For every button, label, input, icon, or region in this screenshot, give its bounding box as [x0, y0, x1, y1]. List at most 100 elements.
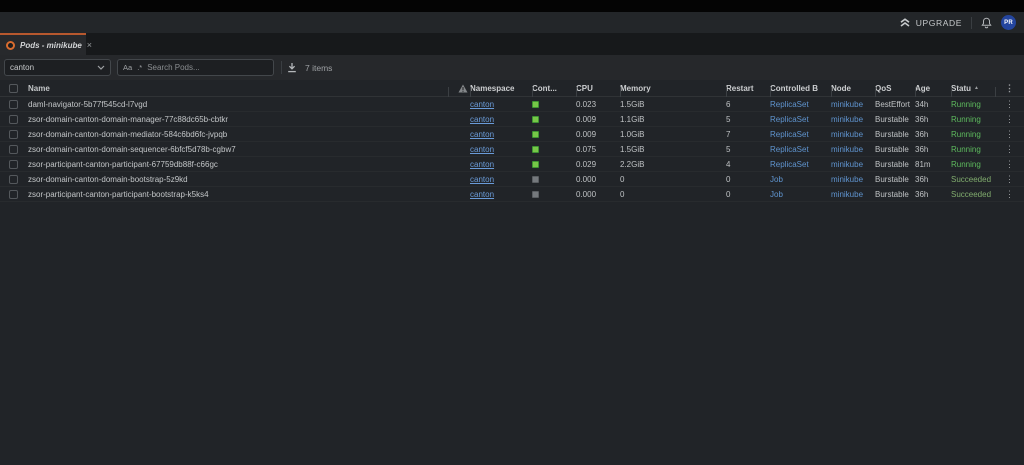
header-age[interactable]: Age — [915, 84, 951, 97]
table-row[interactable]: zsor-domain-canton-domain-sequencer-6bfc… — [0, 142, 1024, 157]
pod-restarts: 5 — [726, 114, 731, 124]
table-row[interactable]: zsor-domain-canton-domain-bootstrap-5z9k… — [0, 172, 1024, 187]
pod-namespace-cell: canton — [470, 160, 532, 169]
row-checkbox[interactable] — [9, 99, 18, 109]
controlled-by-link[interactable]: ReplicaSet — [770, 160, 809, 169]
pod-restarts: 5 — [726, 144, 731, 154]
row-menu-cell: ⋮ — [995, 99, 1024, 109]
namespace-link[interactable]: canton — [470, 130, 494, 139]
row-checkbox[interactable] — [9, 189, 18, 199]
pod-namespace-cell: canton — [470, 115, 532, 124]
row-menu-icon[interactable]: ⋮ — [1005, 174, 1014, 184]
namespace-link[interactable]: canton — [470, 160, 494, 169]
pod-status: Running — [951, 99, 981, 109]
row-menu-icon[interactable]: ⋮ — [1005, 129, 1014, 139]
row-checkbox-cell — [0, 114, 28, 124]
row-checkbox-cell — [0, 189, 28, 199]
node-link[interactable]: minikube — [831, 100, 863, 109]
pod-qos: Burstable — [875, 159, 909, 169]
pod-containers-cell — [532, 115, 576, 123]
node-link[interactable]: minikube — [831, 130, 863, 139]
row-checkbox-cell — [0, 144, 28, 154]
namespace-link[interactable]: canton — [470, 175, 494, 184]
header-restarts[interactable]: Restart — [726, 84, 770, 97]
filter-bar: canton Aa .* 7 items — [0, 55, 1024, 80]
node-link[interactable]: minikube — [831, 190, 863, 199]
controlled-by-link[interactable]: Job — [770, 190, 783, 199]
table-row[interactable]: zsor-domain-canton-domain-mediator-584c6… — [0, 127, 1024, 142]
node-link[interactable]: minikube — [831, 115, 863, 124]
pod-qos: Burstable — [875, 189, 909, 199]
pod-restarts: 7 — [726, 129, 731, 139]
notifications-button[interactable] — [981, 17, 992, 29]
header-containers[interactable]: Cont... — [532, 84, 576, 97]
upgrade-chevrons-icon — [900, 18, 910, 27]
row-menu-icon[interactable]: ⋮ — [1005, 99, 1014, 109]
pod-age: 36h — [915, 189, 929, 199]
pod-controlled-by-cell: Job — [770, 190, 831, 199]
download-button[interactable] — [287, 62, 297, 73]
header-cpu[interactable]: CPU — [576, 84, 620, 97]
table-row[interactable]: zsor-participant-canton-participant-boot… — [0, 187, 1024, 202]
tab-close-icon[interactable]: × — [87, 40, 92, 50]
header-name[interactable]: Name — [28, 84, 452, 93]
pod-age: 36h — [915, 144, 929, 154]
controlled-by-link[interactable]: ReplicaSet — [770, 115, 809, 124]
row-checkbox[interactable] — [9, 144, 18, 154]
search-input[interactable] — [147, 63, 268, 72]
pod-node-cell: minikube — [831, 130, 875, 139]
row-menu-icon[interactable]: ⋮ — [1005, 159, 1014, 169]
upgrade-button[interactable]: UPGRADE — [899, 18, 962, 28]
header-warning-cell[interactable] — [448, 84, 470, 97]
controlled-by-link[interactable]: ReplicaSet — [770, 100, 809, 109]
header-memory[interactable]: Memory — [620, 84, 726, 97]
column-menu-icon[interactable]: ⋮ — [1005, 83, 1014, 93]
header-qos[interactable]: QoS — [875, 84, 915, 97]
row-menu-cell: ⋮ — [995, 174, 1024, 184]
row-menu-icon[interactable]: ⋮ — [1005, 189, 1014, 199]
select-all-checkbox[interactable] — [9, 83, 18, 93]
row-menu-icon[interactable]: ⋮ — [1005, 114, 1014, 124]
namespace-link[interactable]: canton — [470, 145, 494, 154]
row-menu-icon[interactable]: ⋮ — [1005, 144, 1014, 154]
regex-toggle[interactable]: .* — [137, 63, 142, 72]
table-row[interactable]: zsor-domain-canton-domain-manager-77c88d… — [0, 112, 1024, 127]
pod-namespace-cell: canton — [470, 130, 532, 139]
pod-memory: 0 — [620, 189, 625, 199]
header-namespace[interactable]: Namespace — [470, 84, 532, 97]
pod-cpu: 0.009 — [576, 114, 597, 124]
row-checkbox[interactable] — [9, 174, 18, 184]
namespace-link[interactable]: canton — [470, 100, 494, 109]
tab-pods-minikube[interactable]: Pods - minikube × — [0, 33, 92, 55]
controlled-by-link[interactable]: ReplicaSet — [770, 130, 809, 139]
controlled-by-link[interactable]: ReplicaSet — [770, 145, 809, 154]
node-link[interactable]: minikube — [831, 175, 863, 184]
row-checkbox[interactable] — [9, 114, 18, 124]
pod-node-cell: minikube — [831, 100, 875, 109]
node-link[interactable]: minikube — [831, 160, 863, 169]
namespace-filter-select[interactable]: canton — [4, 59, 111, 76]
tab-title: Pods - minikube — [20, 40, 82, 50]
row-checkbox[interactable] — [9, 129, 18, 139]
row-menu-cell: ⋮ — [995, 114, 1024, 124]
toolbar-divider — [971, 16, 972, 29]
tab-bar: Pods - minikube × — [0, 33, 1024, 55]
items-count: 7 items — [305, 62, 333, 73]
pod-node-cell: minikube — [831, 190, 875, 199]
pod-status: Running — [951, 129, 981, 139]
row-checkbox[interactable] — [9, 159, 18, 169]
header-controlled-by[interactable]: Controlled B — [770, 84, 831, 97]
node-link[interactable]: minikube — [831, 145, 863, 154]
user-avatar[interactable]: PR — [1001, 15, 1016, 30]
pod-node-cell: minikube — [831, 175, 875, 184]
table-row[interactable]: daml-navigator-5b77f545cd-l7vgd canton 0… — [0, 97, 1024, 112]
controlled-by-link[interactable]: Job — [770, 175, 783, 184]
namespace-link[interactable]: canton — [470, 190, 494, 199]
pod-controlled-by-cell: ReplicaSet — [770, 115, 831, 124]
header-node[interactable]: Node — [831, 84, 875, 97]
match-case-toggle[interactable]: Aa — [123, 63, 132, 72]
table-row[interactable]: zsor-participant-canton-participant-6775… — [0, 157, 1024, 172]
container-status-square — [532, 160, 539, 168]
header-status[interactable]: Statu ▲ — [951, 84, 995, 97]
namespace-link[interactable]: canton — [470, 115, 494, 124]
